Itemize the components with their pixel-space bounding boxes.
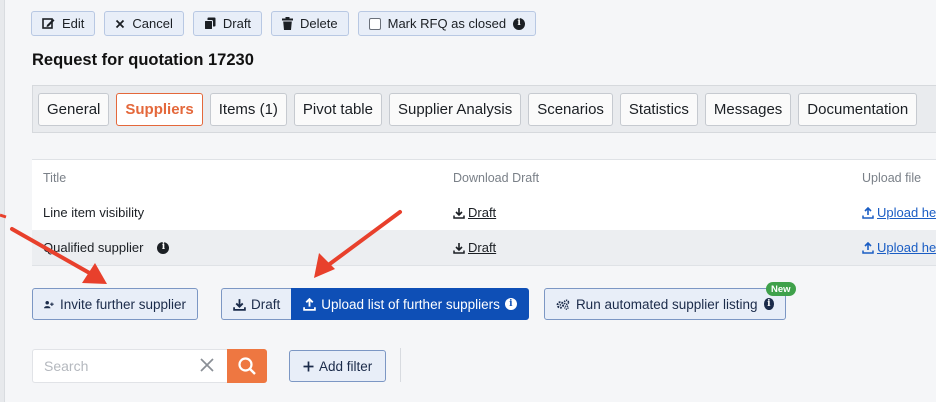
- table-header-row: Title Download Draft Upload file: [32, 160, 936, 195]
- tab-statistics[interactable]: Statistics: [619, 92, 698, 126]
- info-icon[interactable]: i: [504, 298, 517, 310]
- invite-supplier-button[interactable]: Invite further supplier: [32, 288, 198, 320]
- close-icon: [116, 19, 125, 28]
- clear-search-icon[interactable]: [199, 357, 215, 373]
- row-title: Line item visibility: [43, 205, 145, 220]
- invite-label: Invite further supplier: [59, 296, 186, 312]
- toolbar: Edit Cancel Draft Delete Mark RFQ as clo…: [31, 11, 537, 36]
- upload-file-link[interactable]: Upload he: [862, 240, 936, 255]
- draft-download-button[interactable]: Draft: [221, 288, 292, 320]
- delete-label: Delete: [300, 16, 338, 31]
- upload-icon: [862, 241, 874, 254]
- download-icon: [453, 207, 465, 219]
- tab-bar: General Suppliers Items (1) Pivot table …: [32, 85, 936, 133]
- add-user-icon: [44, 300, 54, 308]
- add-filter-button[interactable]: Add filter: [289, 350, 387, 382]
- download-draft-link[interactable]: Draft: [453, 240, 496, 255]
- run-listing-label: Run automated supplier listing: [575, 296, 758, 312]
- info-icon[interactable]: i: [157, 241, 170, 254]
- tab-scenarios[interactable]: Scenarios: [528, 92, 613, 126]
- download-draft-link[interactable]: Draft: [453, 205, 496, 220]
- tab-pivot-table[interactable]: Pivot table: [293, 92, 382, 126]
- draft-label: Draft: [222, 16, 252, 31]
- page-title: Request for quotation 17230: [32, 51, 254, 69]
- header-upload-file: Upload file: [862, 170, 922, 185]
- upload-icon: [862, 206, 874, 219]
- row-title: Qualified supplier: [43, 240, 144, 255]
- draft-button-label: Draft: [251, 296, 281, 312]
- checkbox-icon[interactable]: [368, 17, 381, 30]
- download-icon: [233, 298, 246, 311]
- info-icon[interactable]: i: [763, 298, 774, 310]
- search-input[interactable]: [44, 358, 194, 374]
- header-title: Title: [43, 170, 67, 185]
- tab-documentation[interactable]: Documentation: [798, 92, 918, 126]
- upload-list-label: Upload list of further suppliers: [321, 296, 500, 312]
- edit-icon: [42, 18, 55, 29]
- new-badge: New: [766, 282, 796, 296]
- search-button[interactable]: [227, 349, 267, 383]
- trash-icon: [282, 17, 294, 30]
- gears-icon: [556, 299, 570, 310]
- mark-closed-label: Mark RFQ as closed: [387, 16, 507, 31]
- tab-items[interactable]: Items (1): [209, 92, 287, 126]
- tab-supplier-analysis[interactable]: Supplier Analysis: [388, 92, 522, 126]
- info-icon[interactable]: i: [513, 17, 526, 30]
- header-download-draft: Download Draft: [453, 170, 540, 185]
- add-filter-label: Add filter: [319, 358, 373, 374]
- upload-icon: [303, 297, 317, 311]
- upload-file-link[interactable]: Upload he: [862, 205, 936, 220]
- download-icon: [453, 242, 465, 254]
- mark-rfq-closed-checkbox[interactable]: Mark RFQ as closed i: [357, 11, 537, 36]
- search-box: [32, 349, 227, 383]
- divider: [400, 348, 401, 382]
- tab-general[interactable]: General: [38, 92, 110, 126]
- supplier-files-table: Title Download Draft Upload file Line it…: [32, 159, 936, 266]
- table-row: Qualified supplier i Draft Upload he: [32, 230, 936, 265]
- copy-icon: [203, 17, 216, 30]
- plus-icon: [303, 361, 314, 371]
- tab-messages[interactable]: Messages: [704, 92, 792, 126]
- edit-label: Edit: [62, 16, 85, 31]
- search-icon: [238, 357, 256, 375]
- cancel-label: Cancel: [132, 16, 173, 31]
- supplier-list-button-group: Draft Upload list of further suppliers i: [221, 288, 529, 320]
- edit-button[interactable]: Edit: [31, 11, 96, 36]
- tab-suppliers[interactable]: Suppliers: [116, 92, 203, 126]
- cancel-button[interactable]: Cancel: [104, 11, 184, 36]
- run-supplier-listing-button[interactable]: Run automated supplier listing i: [544, 288, 786, 320]
- delete-button[interactable]: Delete: [271, 11, 349, 36]
- draft-copy-button[interactable]: Draft: [192, 11, 263, 36]
- left-panel-edge: [0, 0, 5, 402]
- table-row: Line item visibility Draft Upload he: [32, 195, 936, 230]
- upload-supplier-list-button[interactable]: Upload list of further suppliers i: [291, 288, 529, 320]
